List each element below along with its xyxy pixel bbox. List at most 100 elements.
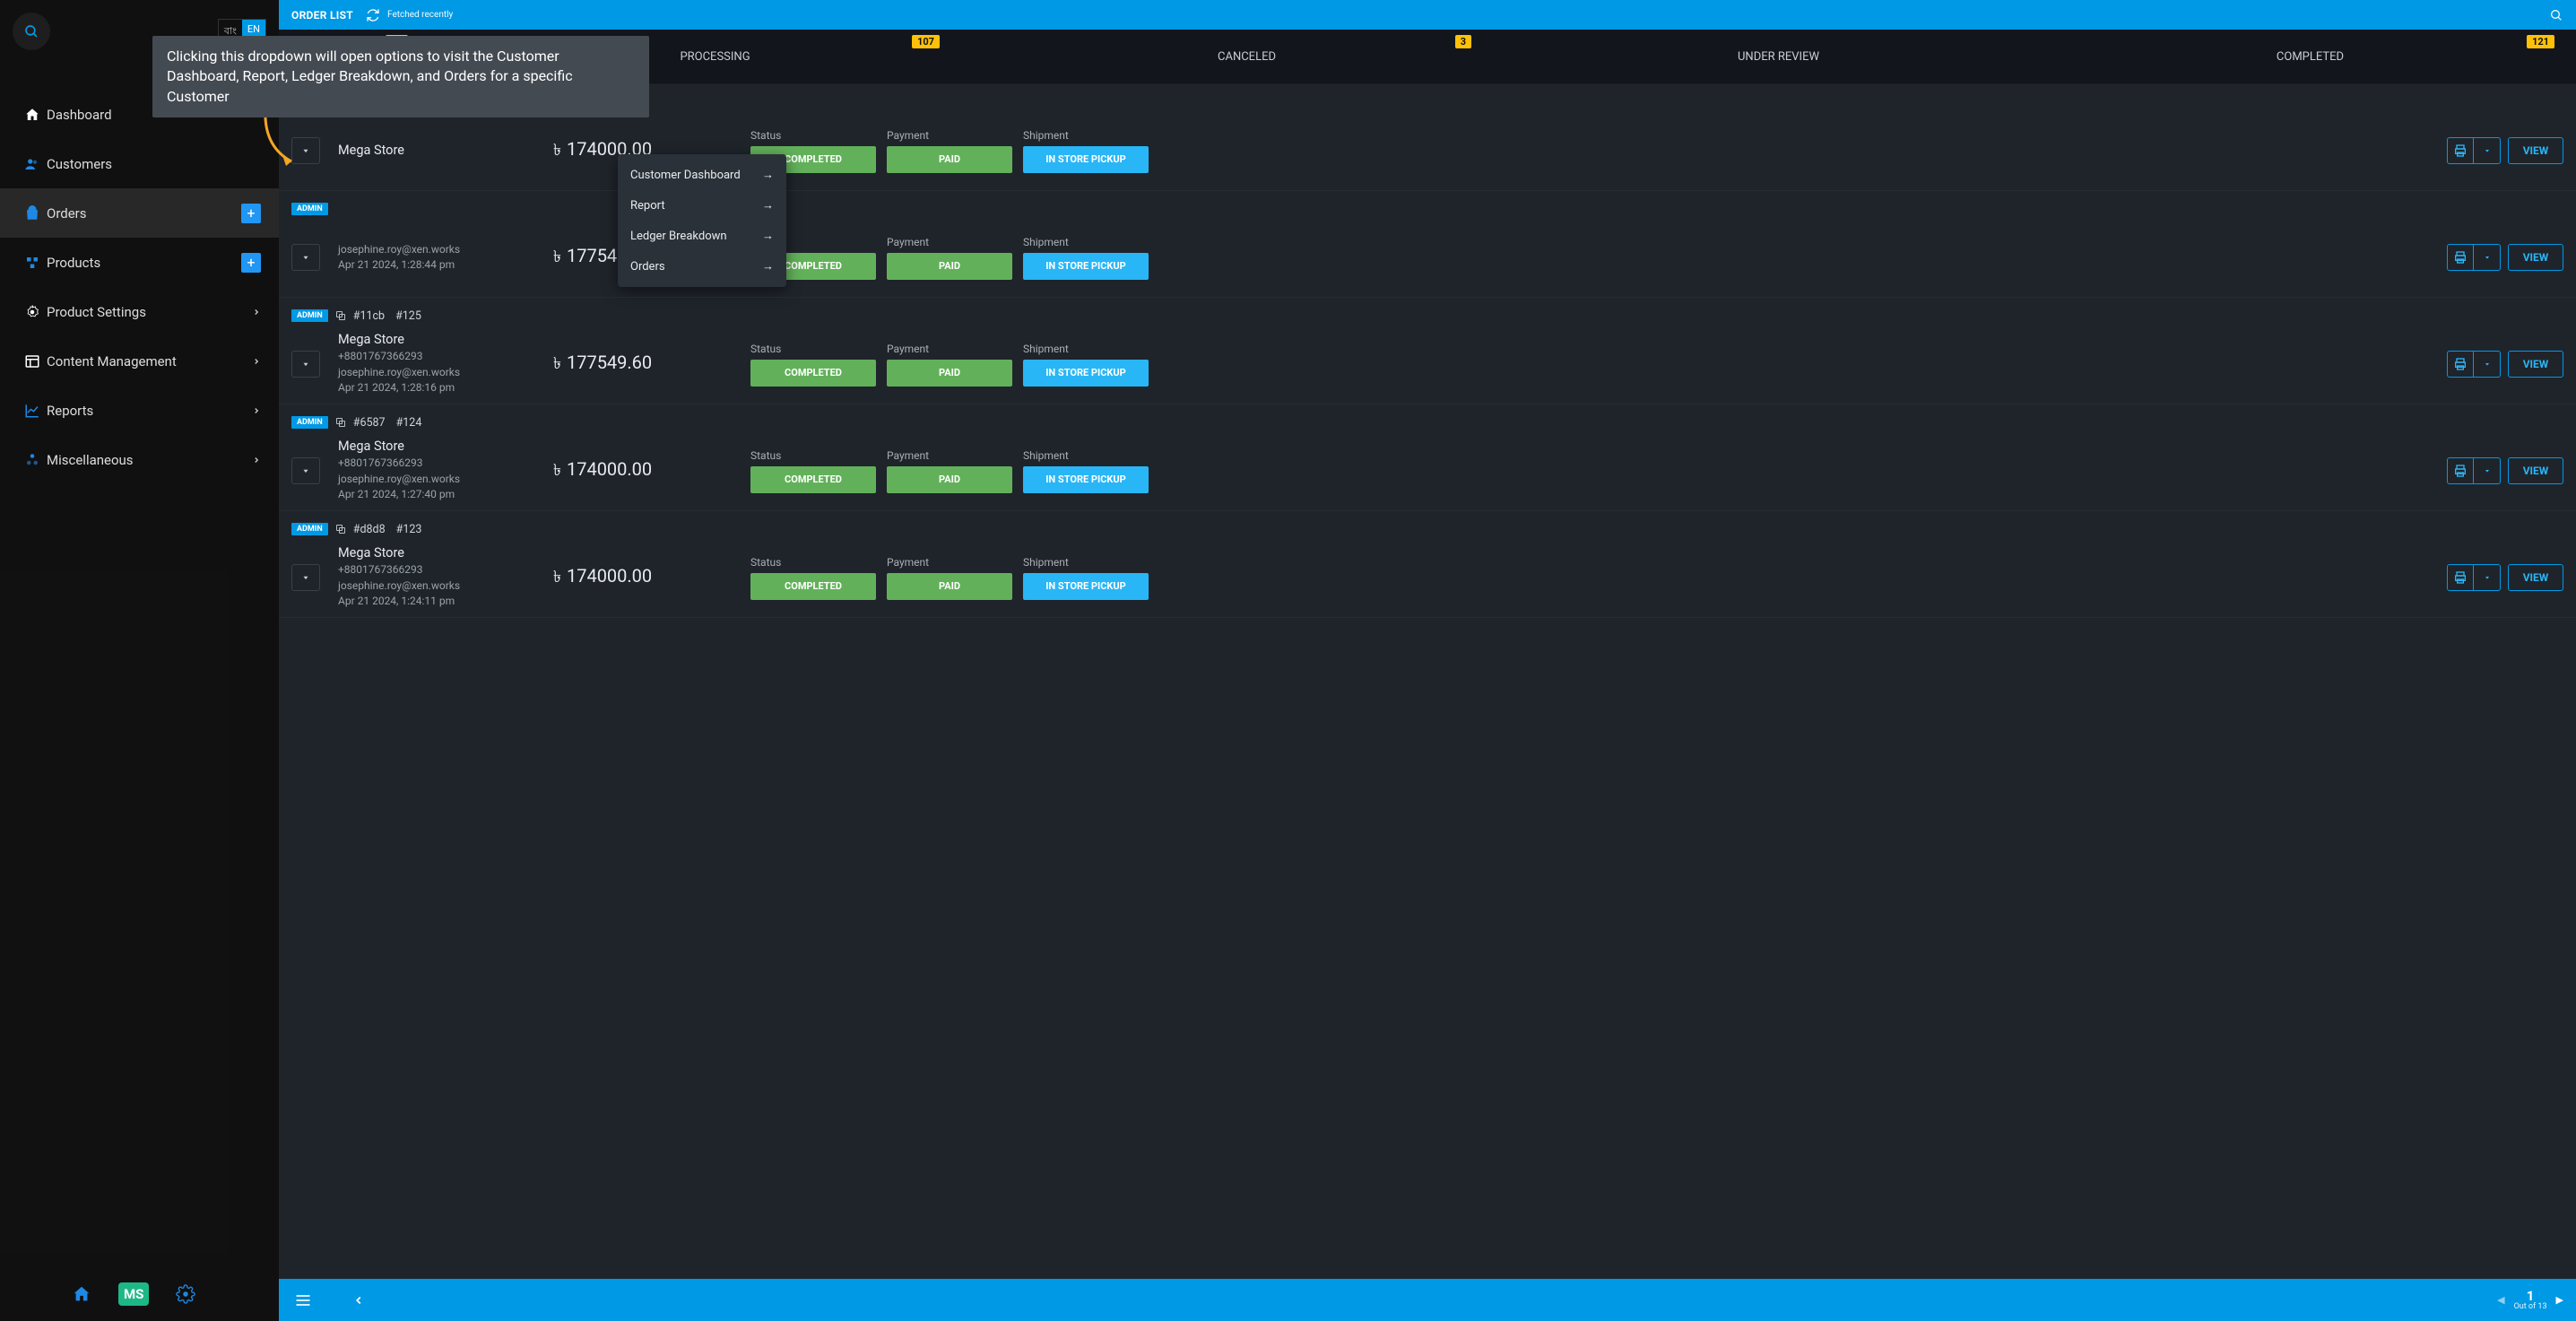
add-button[interactable]: + <box>241 253 261 273</box>
payment-pill[interactable]: PAID <box>887 573 1012 600</box>
sidebar-item-orders[interactable]: Orders + <box>0 188 279 238</box>
order-date: Apr 21 2024, 1:28:44 pm <box>338 257 553 273</box>
view-button[interactable]: VIEW <box>2508 351 2563 378</box>
caret-down-icon <box>2484 254 2491 261</box>
customer-name: Mega Store <box>338 332 553 347</box>
caret-down-icon <box>301 466 310 475</box>
dropdown-item-label: Orders <box>630 260 665 274</box>
view-button[interactable]: VIEW <box>2508 137 2563 164</box>
print-options-button[interactable] <box>2474 457 2501 484</box>
arrow-right-icon: → <box>762 229 774 243</box>
caret-down-icon <box>2484 361 2491 368</box>
print-button[interactable] <box>2447 351 2474 378</box>
customer-dropdown-menu: Customer Dashboard→Report→Ledger Breakdo… <box>618 154 786 287</box>
order-hash: #6587 <box>353 416 386 430</box>
copy-icon[interactable] <box>335 310 346 321</box>
customer-dropdown-button[interactable] <box>291 351 320 378</box>
pager-next[interactable]: ▶ <box>2556 1294 2563 1306</box>
refresh-button[interactable]: Fetched recently <box>366 8 453 22</box>
customer-email: josephine.roy@xen.works <box>338 472 553 487</box>
customer-name: Mega Store <box>338 439 553 454</box>
sidebar-item-reports[interactable]: Reports <box>0 386 279 435</box>
settings-icon[interactable] <box>176 1284 195 1304</box>
workspace-badge[interactable]: MS <box>118 1282 149 1306</box>
pager-prev[interactable]: ◀ <box>2497 1294 2504 1306</box>
status-label: Status <box>750 449 876 462</box>
print-options-button[interactable] <box>2474 244 2501 271</box>
shipment-pill[interactable]: IN STORE PICKUP <box>1023 360 1149 387</box>
payment-pill[interactable]: PAID <box>887 360 1012 387</box>
copy-icon[interactable] <box>335 524 346 534</box>
customer-dropdown-button[interactable] <box>291 457 320 484</box>
customer-email: josephine.roy@xen.works <box>338 365 553 380</box>
tab-under-review[interactable]: UNDER REVIEW <box>1513 30 2044 84</box>
print-options-button[interactable] <box>2474 564 2501 591</box>
tab-completed[interactable]: COMPLETED121 <box>2044 30 2576 84</box>
customer-dropdown-button[interactable] <box>291 244 320 271</box>
status-label: Status <box>750 129 876 142</box>
chevron-right-icon <box>252 406 261 415</box>
page-title: ORDER LIST <box>291 9 353 22</box>
sidebar-item-product-settings[interactable]: Product Settings <box>0 287 279 336</box>
sidebar-item-products[interactable]: Products + <box>0 238 279 287</box>
hamburger-icon <box>294 1291 312 1309</box>
shipment-pill[interactable]: IN STORE PICKUP <box>1023 466 1149 493</box>
shipment-label: Shipment <box>1023 236 1149 248</box>
customer-dropdown-button[interactable] <box>291 564 320 591</box>
status-pill[interactable]: COMPLETED <box>750 466 876 493</box>
order-row: ADMIN #11cb #125 Mega Store +88017673662… <box>279 298 2576 404</box>
payment-pill[interactable]: PAID <box>887 253 1012 280</box>
global-search-button[interactable] <box>13 13 50 50</box>
sidebar-item-customers[interactable]: Customers <box>0 139 279 188</box>
tab-canceled[interactable]: CANCELED3 <box>981 30 1513 84</box>
shipment-pill[interactable]: IN STORE PICKUP <box>1023 253 1149 280</box>
home-icon[interactable] <box>72 1284 91 1304</box>
view-button[interactable]: VIEW <box>2508 564 2563 591</box>
pager: ◀ 1 Out of 13 ▶ <box>2497 1290 2563 1311</box>
print-button[interactable] <box>2447 564 2474 591</box>
order-number: #123 <box>396 523 422 536</box>
sidebar-item-label: Miscellaneous <box>47 452 252 468</box>
print-options-button[interactable] <box>2474 137 2501 164</box>
payment-label: Payment <box>887 556 1012 569</box>
dropdown-item-report[interactable]: Report→ <box>618 190 786 221</box>
status-pill[interactable]: COMPLETED <box>750 573 876 600</box>
admin-badge: ADMIN <box>291 416 328 429</box>
tab-label: UNDER REVIEW <box>1738 50 1819 64</box>
caret-down-icon <box>2484 574 2491 581</box>
payment-label: Payment <box>887 343 1012 355</box>
view-button[interactable]: VIEW <box>2508 457 2563 484</box>
help-tooltip: Clicking this dropdown will open options… <box>152 36 649 117</box>
tab-badge: 121 <box>2527 35 2554 48</box>
dropdown-item-label: Report <box>630 199 665 213</box>
shipment-pill[interactable]: IN STORE PICKUP <box>1023 573 1149 600</box>
sidebar-item-content-management[interactable]: Content Management <box>0 336 279 386</box>
view-button[interactable]: VIEW <box>2508 244 2563 271</box>
copy-icon[interactable] <box>335 417 346 428</box>
back-button[interactable] <box>347 1294 370 1307</box>
sidebar: বাং EN Dashboard Customers Orders + Prod… <box>0 0 279 1321</box>
payment-pill[interactable]: PAID <box>887 466 1012 493</box>
caret-down-icon <box>2484 467 2491 474</box>
add-button[interactable]: + <box>241 204 261 223</box>
users-icon <box>18 156 47 172</box>
dropdown-item-orders[interactable]: Orders→ <box>618 251 786 282</box>
order-number: #125 <box>395 309 421 323</box>
arrow-right-icon: → <box>762 168 774 182</box>
print-icon <box>2453 357 2468 371</box>
dropdown-item-ledger-breakdown[interactable]: Ledger Breakdown→ <box>618 221 786 251</box>
print-button[interactable] <box>2447 244 2474 271</box>
topbar-search-button[interactable] <box>2549 8 2563 22</box>
status-pill[interactable]: COMPLETED <box>750 360 876 387</box>
chevron-left-icon <box>352 1294 365 1307</box>
payment-pill[interactable]: PAID <box>887 146 1012 173</box>
print-button[interactable] <box>2447 457 2474 484</box>
print-button[interactable] <box>2447 137 2474 164</box>
print-options-button[interactable] <box>2474 351 2501 378</box>
dropdown-item-customer-dashboard[interactable]: Customer Dashboard→ <box>618 160 786 190</box>
shipment-pill[interactable]: IN STORE PICKUP <box>1023 146 1149 173</box>
sidebar-item-miscellaneous[interactable]: Miscellaneous <box>0 435 279 484</box>
order-row: ADMIN #6587 #124 Mega Store +88017673662… <box>279 404 2576 511</box>
sidebar-nav: Dashboard Customers Orders + Products + … <box>0 90 279 484</box>
menu-button[interactable] <box>291 1291 315 1309</box>
